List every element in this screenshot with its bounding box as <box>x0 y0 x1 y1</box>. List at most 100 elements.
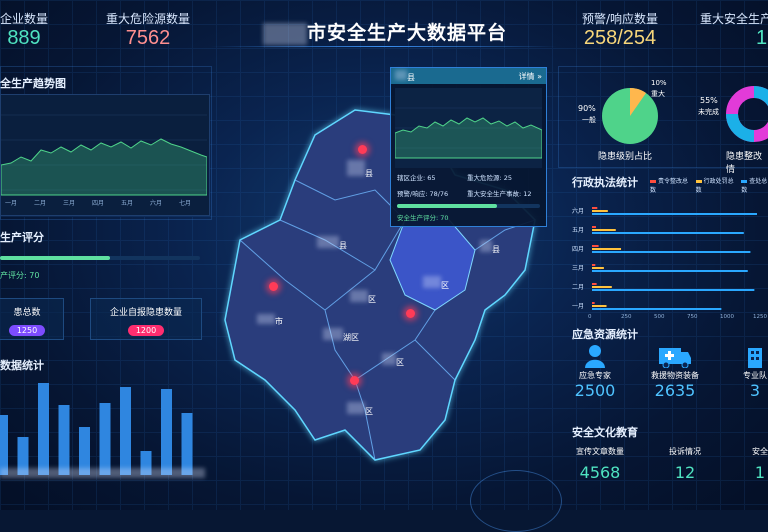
bar <box>181 413 193 475</box>
page-title: 市安全生产大数据平台 <box>250 18 520 45</box>
popup-stat: 重大危险源: 25 <box>467 174 513 182</box>
popup-area <box>394 117 543 159</box>
redacted-block <box>323 328 343 340</box>
emergency-label: 应急专家 <box>579 371 611 380</box>
expert-icon <box>560 344 630 370</box>
emergency-label: 专业队 <box>743 371 767 380</box>
month-label: 五月 <box>572 227 584 234</box>
map-label-text: 区 <box>368 295 376 304</box>
emergency-value: 2635 <box>654 381 696 400</box>
culture-label: 安全 <box>752 447 768 456</box>
enforce-bar-blue <box>592 251 751 253</box>
culture-row: 宣传文章数量 4568 投诉情况 12 安全 1 <box>560 446 768 482</box>
trend-area <box>0 138 208 196</box>
culture-item[interactable]: 投诉情况 12 <box>640 446 730 482</box>
map-label: 县 <box>480 240 500 255</box>
building-icon <box>720 344 768 370</box>
month-label: 四月 <box>572 246 584 253</box>
popup-detail-link[interactable]: 详情 » <box>519 71 542 82</box>
enforce-legend: 责令整改总数 行政处罚总数 查处总数 <box>650 176 768 194</box>
emergency-item[interactable]: 应急专家 2500 <box>560 344 630 400</box>
pie2-pct: 55% <box>700 96 718 105</box>
emergency-row: 应急专家 2500 救援物资装备 2635 专业队 3 <box>560 344 768 400</box>
map-pin[interactable] <box>406 309 415 318</box>
trend-month-label: 五月 <box>121 200 133 207</box>
emergency-label: 救援物资装备 <box>651 371 699 380</box>
enforce-bar-yellow <box>592 210 608 212</box>
map-label-text: 区 <box>365 407 373 416</box>
kpi-label: 重大危险源数量 <box>105 12 190 26</box>
kpi-0: 企业数量 889 <box>0 10 68 50</box>
trend-chart-svg: 一月 二月 三月 四月 五月 六月 七月 <box>0 114 208 207</box>
axis-tick: 1250 <box>753 314 767 320</box>
bars-title: 数据统计 <box>0 359 44 372</box>
hazard-card-0[interactable]: 患总数 1250 <box>0 298 64 340</box>
map-pin[interactable] <box>358 145 367 154</box>
legend-item: 行政处罚总数 <box>695 176 736 194</box>
culture-value: 4568 <box>579 463 621 482</box>
enforce-bar-yellow <box>592 286 612 288</box>
culture-label: 投诉情况 <box>669 447 701 456</box>
card-label: 企业自报隐患数量 <box>109 308 182 318</box>
culture-title: 安全文化教育 <box>572 426 638 439</box>
kpi-label: 重大安全生产 <box>700 12 768 26</box>
enforce-bar-red <box>592 264 596 266</box>
map-label: 区 <box>423 276 449 291</box>
kpi-value: 7562 <box>125 27 171 49</box>
enforce-chart-svg: 六月五月四月三月二月一月 0 250 500 750 1000 1250 <box>572 207 767 320</box>
redacted-block <box>257 314 275 324</box>
popup-stat: 辖区企业: 65 <box>397 174 436 182</box>
map-label: 县 <box>347 160 373 179</box>
region-popup[interactable]: 县 详情 » 辖区企业: 65 重大危险源: 25 预警/响应: 78/76 重… <box>390 67 547 227</box>
popup-chart <box>394 88 543 168</box>
legend-item: 责令整改总数 <box>650 176 690 194</box>
month-label: 三月 <box>572 265 584 272</box>
legend-swatch <box>650 180 656 183</box>
redacted-block <box>347 402 365 414</box>
map-label: 区 <box>347 402 373 417</box>
pie2-label: 未完成 <box>698 108 719 116</box>
bars-chart-svg <box>0 383 193 475</box>
kpi-3: 重大安全生产 1 <box>700 10 768 50</box>
map-pin[interactable] <box>350 376 359 385</box>
culture-item[interactable]: 宣传文章数量 4568 <box>560 446 640 482</box>
axis-tick: 250 <box>621 314 632 320</box>
enforce-bar-red <box>592 245 599 247</box>
emergency-item[interactable]: 救援物资装备 2635 <box>630 344 720 400</box>
popup-stat: 预警/响应: 78/76 <box>397 190 449 198</box>
map-pin[interactable] <box>269 282 278 291</box>
pie-rectify <box>724 84 768 144</box>
card-badge: 1250 <box>8 325 46 336</box>
emergency-value: 2500 <box>574 381 616 400</box>
enforce-bar-yellow <box>592 248 622 250</box>
map-label-text: 市 <box>275 317 283 326</box>
trend-month-label: 一月 <box>5 200 17 207</box>
map-label-text: 区 <box>396 358 404 367</box>
kpi-1: 重大危险源数量 7562 <box>98 10 198 50</box>
enforce-bar-blue <box>592 289 755 291</box>
map-label-text: 县 <box>492 245 500 254</box>
trend-month-label: 四月 <box>92 200 104 207</box>
card-badge: 1200 <box>127 325 165 336</box>
pie-rectify-rest <box>726 113 755 142</box>
culture-item[interactable]: 安全 1 <box>730 446 768 482</box>
enforce-bar-blue <box>592 232 744 234</box>
bar <box>161 389 172 475</box>
month-label: 二月 <box>572 284 584 291</box>
score-fill <box>0 256 110 260</box>
kpi-value: 258/254 <box>583 27 657 49</box>
emergency-item[interactable]: 专业队 3 <box>720 344 768 400</box>
hazard-card-1[interactable]: 企业自报隐患数量 1200 <box>90 298 202 340</box>
ambulance-icon <box>630 344 720 370</box>
map-label: 区 <box>350 290 376 305</box>
enforce-bar-red <box>592 226 596 228</box>
enforce-bar-yellow <box>592 305 607 307</box>
redacted-block <box>423 276 441 288</box>
popup-row-1: 预警/响应: 78/76 重大安全生产事故: 12 <box>391 188 546 198</box>
popup-stat: 重大安全生产事故: 12 <box>467 190 532 198</box>
axis-tick: 500 <box>654 314 665 320</box>
kpi-label: 企业数量 <box>0 12 48 26</box>
enforce-title: 行政执法统计 <box>572 176 638 189</box>
pie-rectify-svg <box>726 86 768 142</box>
popup-header: 县 详情 » <box>391 68 546 84</box>
